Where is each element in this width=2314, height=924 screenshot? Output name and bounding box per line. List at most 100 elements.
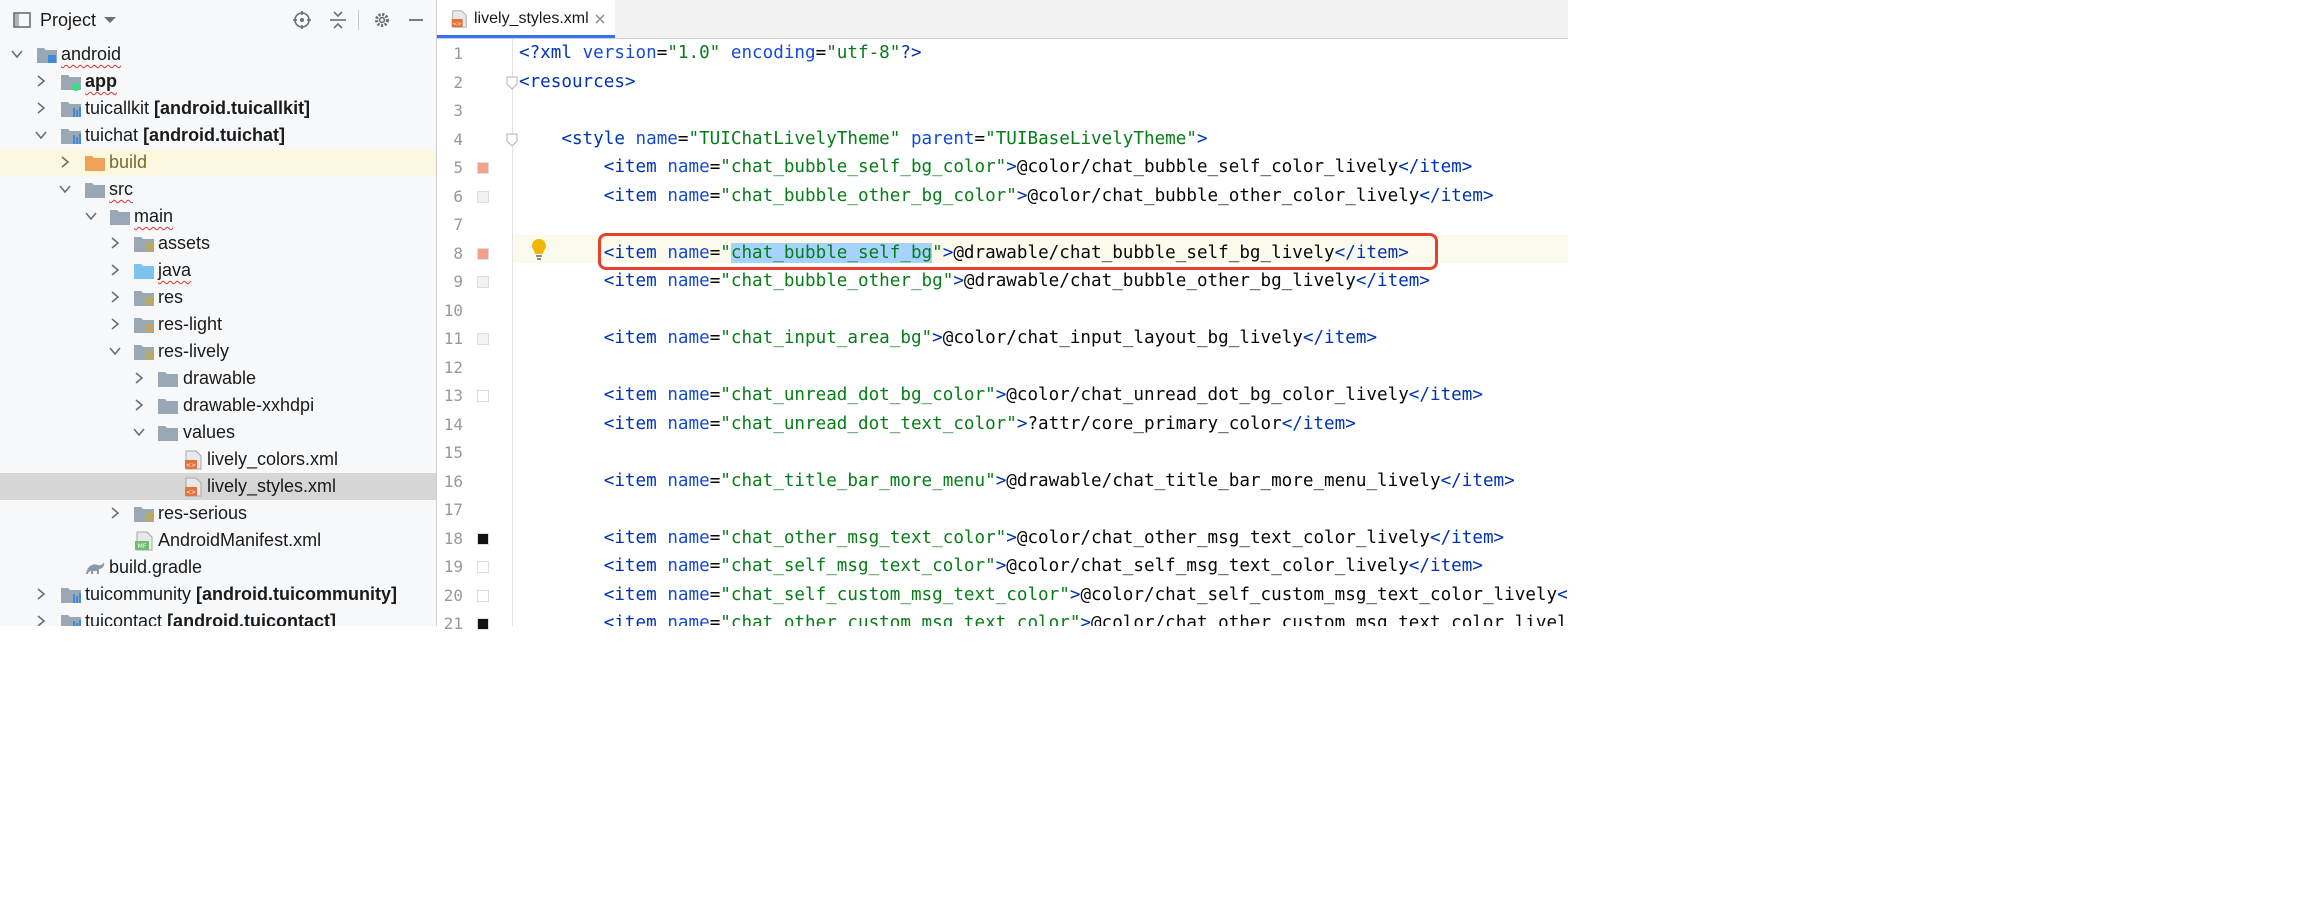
chevron-down-icon[interactable] xyxy=(10,47,24,61)
editor-area: <> lively_styles.xml 1 2 3 4 5 6 7 8 9 10 11 12 13 14… xyxy=(437,0,1568,633)
tree-item-label: src xyxy=(109,179,133,199)
source-folder-icon xyxy=(134,264,154,279)
color-preview-swatch[interactable] xyxy=(477,532,489,545)
line-number: 4 xyxy=(453,129,463,149)
code-line[interactable]: <?xml version="1.0" encoding="utf-8"?> xyxy=(519,39,922,67)
line-number: 2 xyxy=(453,72,463,92)
android-module-icon xyxy=(61,75,81,91)
tree-item-res-light[interactable]: res-light xyxy=(0,311,436,338)
chevron-down-icon[interactable] xyxy=(58,182,72,196)
code-line[interactable]: <item name="chat_other_custom_msg_text_c… xyxy=(519,609,1568,626)
chevron-right-icon[interactable] xyxy=(132,398,146,412)
tree-item-res-serious[interactable]: res-serious xyxy=(0,500,436,527)
code-line[interactable]: <item name="chat_title_bar_more_menu">@d… xyxy=(519,467,1515,495)
chevron-down-icon[interactable] xyxy=(84,209,98,223)
code-line[interactable]: <item name="chat_unread_dot_bg_color">@c… xyxy=(519,381,1483,409)
xml-file-icon: <> xyxy=(185,477,202,497)
chevron-right-icon[interactable] xyxy=(108,263,122,277)
resources-folder-icon xyxy=(134,291,154,306)
code-line[interactable]: <style name="TUIChatLivelyTheme" parent=… xyxy=(519,125,1207,153)
chevron-right-icon[interactable] xyxy=(58,155,72,169)
code-line[interactable]: <item name="chat_bubble_other_bg_color">… xyxy=(519,182,1494,210)
chevron-right-icon[interactable] xyxy=(108,290,122,304)
code-line[interactable]: <item name="chat_input_area_bg">@color/c… xyxy=(519,324,1377,352)
chevron-down-icon[interactable] xyxy=(108,344,122,358)
tree-item-drawable-xxhdpi[interactable]: drawable-xxhdpi xyxy=(0,392,436,419)
tree-item-app[interactable]: app xyxy=(0,68,436,95)
chevron-down-icon[interactable] xyxy=(132,425,146,439)
chevron-right-icon[interactable] xyxy=(132,371,146,385)
tree-item-tuicommunity[interactable]: tuicommunity [android.tuicommunity] xyxy=(0,581,436,608)
folder-icon xyxy=(158,399,178,414)
library-module-icon xyxy=(61,102,81,117)
code-line[interactable]: <item name="chat_self_msg_text_color">@c… xyxy=(519,552,1483,580)
chevron-right-icon[interactable] xyxy=(108,236,122,250)
tree-item-tuicallkit[interactable]: tuicallkit [android.tuicallkit] xyxy=(0,95,436,122)
tree-item-drawable[interactable]: drawable xyxy=(0,365,436,392)
tree-item-assets[interactable]: assets xyxy=(0,230,436,257)
code-line[interactable]: <item name="chat_bubble_other_bg">@drawa… xyxy=(519,267,1430,295)
tree-item-label: res-serious xyxy=(158,503,248,523)
code-editor[interactable]: <?xml version="1.0" encoding="utf-8"?> <r… xyxy=(513,39,1568,626)
color-preview-swatch[interactable] xyxy=(477,333,489,345)
tab-lively-styles[interactable]: <> lively_styles.xml xyxy=(437,0,615,38)
xml-file-icon: <> xyxy=(451,10,467,28)
tree-item-lively-colors[interactable]: <> lively_colors.xml xyxy=(0,446,436,473)
line-number: 6 xyxy=(453,186,463,206)
chevron-right-icon[interactable] xyxy=(34,587,48,601)
chevron-right-icon[interactable] xyxy=(34,101,48,115)
folder-icon xyxy=(158,372,178,387)
tree-item-module: [android.tuicontact] xyxy=(167,611,337,626)
tree-item-android[interactable]: android xyxy=(0,41,436,68)
gear-icon[interactable] xyxy=(372,10,392,30)
line-number: 12 xyxy=(443,357,463,377)
project-panel-title[interactable]: Project xyxy=(40,10,96,31)
tree-item-lively-styles[interactable]: <> lively_styles.xml xyxy=(0,473,436,500)
chevron-right-icon[interactable] xyxy=(34,74,48,88)
color-preview-swatch[interactable] xyxy=(477,390,489,402)
color-preview-swatch[interactable] xyxy=(477,190,489,203)
chevron-right-icon[interactable] xyxy=(108,506,122,520)
tree-item-android-manifest[interactable]: MF AndroidManifest.xml xyxy=(0,527,436,554)
locate-icon[interactable] xyxy=(292,10,312,30)
chevron-right-icon[interactable] xyxy=(34,614,48,626)
tree-item-res[interactable]: res xyxy=(0,284,436,311)
svg-text:MF: MF xyxy=(138,543,147,550)
tree-item-label: drawable xyxy=(183,368,257,388)
tree-item-values[interactable]: values xyxy=(0,419,436,446)
tree-item-java[interactable]: java xyxy=(0,257,436,284)
line-number: 18 xyxy=(443,528,463,548)
color-preview-swatch[interactable] xyxy=(477,618,489,630)
tree-item-src[interactable]: src xyxy=(0,176,436,203)
tree-item-label: lively_styles.xml xyxy=(207,476,337,496)
color-preview-swatch[interactable] xyxy=(477,589,489,602)
code-line[interactable]: <item name="chat_other_msg_text_color">@… xyxy=(519,524,1504,552)
code-line[interactable]: <item name="chat_unread_dot_text_color">… xyxy=(519,410,1356,438)
code-line[interactable]: <resources> xyxy=(519,68,636,96)
chevron-down-icon[interactable] xyxy=(102,12,118,28)
color-preview-swatch[interactable] xyxy=(477,561,489,573)
chevron-down-icon[interactable] xyxy=(34,128,48,142)
library-module-icon xyxy=(61,588,81,603)
color-preview-swatch[interactable] xyxy=(477,276,489,288)
chevron-right-icon[interactable] xyxy=(108,317,122,331)
tree-item-tuicontact[interactable]: tuicontact [android.tuicontact] xyxy=(0,608,436,626)
color-preview-swatch[interactable] xyxy=(477,247,489,260)
code-line[interactable]: <item name="chat_self_custom_msg_text_co… xyxy=(519,581,1568,609)
tree-item-build-gradle[interactable]: build.gradle xyxy=(0,554,436,581)
collapse-all-icon[interactable] xyxy=(328,10,348,30)
line-number: 7 xyxy=(453,215,463,234)
tree-item-tuichat[interactable]: tuichat [android.tuichat] xyxy=(0,122,436,149)
tree-item-build[interactable]: build xyxy=(0,149,436,176)
code-line[interactable]: <item name="chat_bubble_self_bg_color">@… xyxy=(519,153,1473,181)
tree-item-label: build.gradle xyxy=(109,557,203,577)
gradle-icon xyxy=(86,562,105,574)
tree-item-main[interactable]: main xyxy=(0,203,436,230)
color-preview-swatch[interactable] xyxy=(477,162,489,174)
minimize-icon[interactable] xyxy=(406,10,426,30)
line-number: 1 xyxy=(453,44,463,63)
tree-item-label: android xyxy=(61,44,122,64)
close-icon[interactable] xyxy=(594,13,606,25)
tree-item-res-lively[interactable]: res-lively xyxy=(0,338,436,365)
module-folder-icon xyxy=(37,48,57,63)
